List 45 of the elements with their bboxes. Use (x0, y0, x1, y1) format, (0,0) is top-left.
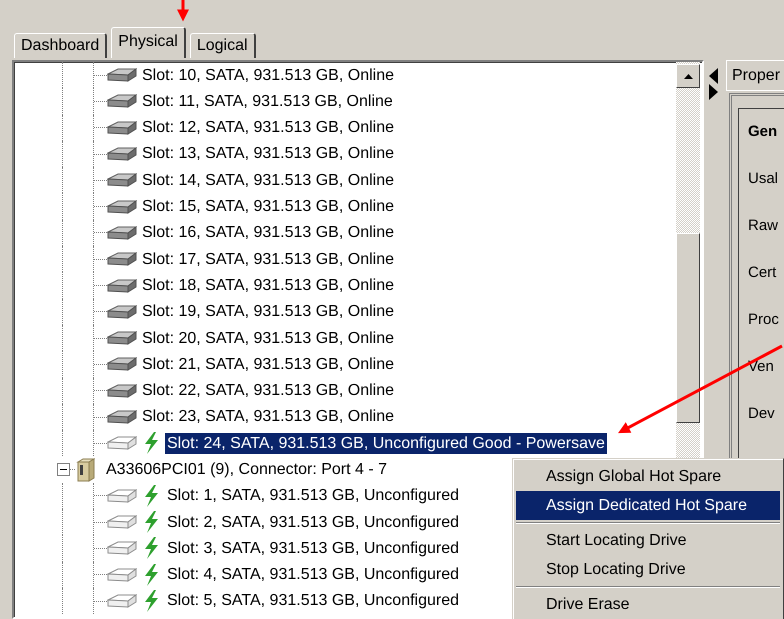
collapse-toggle[interactable] (57, 463, 70, 476)
tree-item[interactable]: Slot: 17, SATA, 931.513 GB, Online (140, 248, 396, 270)
tree-item[interactable]: Slot: 10, SATA, 931.513 GB, Online (140, 64, 396, 86)
field-label: Dev (748, 405, 776, 423)
tab[interactable]: Physical (111, 27, 186, 58)
properties-tab[interactable]: Proper (726, 60, 784, 91)
tree-item[interactable]: Slot: 16, SATA, 931.513 GB, Online (140, 222, 396, 244)
tree-item[interactable]: Slot: 19, SATA, 931.513 GB, Online (140, 301, 396, 322)
tree-item[interactable]: Slot: 13, SATA, 931.513 GB, Online (140, 143, 396, 165)
scrollbar-thumb[interactable] (676, 233, 700, 423)
section-heading: Gen (748, 123, 778, 141)
menu-item[interactable]: Assign Global Hot Spare (516, 462, 780, 491)
tree-item[interactable]: Slot: 11, SATA, 931.513 GB, Online (140, 90, 395, 112)
menu-item[interactable]: Drive Erase (516, 590, 780, 619)
tree-item[interactable]: Slot: 20, SATA, 931.513 GB, Online (140, 328, 396, 349)
tab[interactable]: Logical (190, 33, 256, 58)
scroll-up-button[interactable] (676, 64, 700, 88)
tree-item[interactable]: Slot: 15, SATA, 931.513 GB, Online (140, 196, 396, 218)
tree-item[interactable]: Slot: 2, SATA, 931.513 GB, Unconfigured (165, 512, 462, 533)
tree-item[interactable]: Slot: 3, SATA, 931.513 GB, Unconfigured (165, 538, 462, 560)
tree-item[interactable]: Slot: 24, SATA, 931.513 GB, Unconfigured Good - Powersave (165, 432, 607, 454)
tree-item[interactable]: Slot: 21, SATA, 931.513 GB, Online (140, 354, 396, 375)
tree-item[interactable]: Slot: 4, SATA, 931.513 GB, Unconfigured (165, 564, 462, 586)
tree-item[interactable]: Slot: 5, SATA, 931.513 GB, Unconfigured (165, 590, 462, 612)
annotation-arrow (177, 0, 189, 22)
tree-item[interactable]: A33606PCI01 (9), Connector: Port 4 - 7 (104, 459, 390, 480)
tree-item[interactable]: Slot: 14, SATA, 931.513 GB, Online (140, 170, 396, 191)
tab[interactable]: Dashboard (14, 33, 108, 58)
left-triangle-icon[interactable] (708, 68, 718, 84)
right-triangle-icon[interactable] (708, 84, 718, 100)
controller-icon (75, 458, 95, 482)
field-label: Usal (748, 170, 780, 188)
menu-item[interactable]: Assign Dedicated Hot Spare (516, 491, 780, 520)
field-label: Proc (748, 311, 780, 329)
tree-item[interactable]: Slot: 1, SATA, 931.513 GB, Unconfigured (165, 485, 462, 506)
field-label: Cert (748, 264, 778, 282)
up-arrow-icon (684, 74, 692, 78)
tree-item[interactable]: Slot: 23, SATA, 931.513 GB, Online (140, 406, 396, 428)
menu-item[interactable]: Start Locating Drive (516, 526, 780, 555)
tree-item[interactable]: Slot: 12, SATA, 931.513 GB, Online (140, 117, 396, 138)
menu-item[interactable]: Stop Locating Drive (516, 555, 780, 584)
tree-item[interactable]: Slot: 22, SATA, 931.513 GB, Online (140, 380, 396, 402)
field-label: Raw (748, 217, 780, 235)
tree-item[interactable]: Slot: 18, SATA, 931.513 GB, Online (140, 274, 396, 296)
field-label: Ven (748, 358, 775, 376)
